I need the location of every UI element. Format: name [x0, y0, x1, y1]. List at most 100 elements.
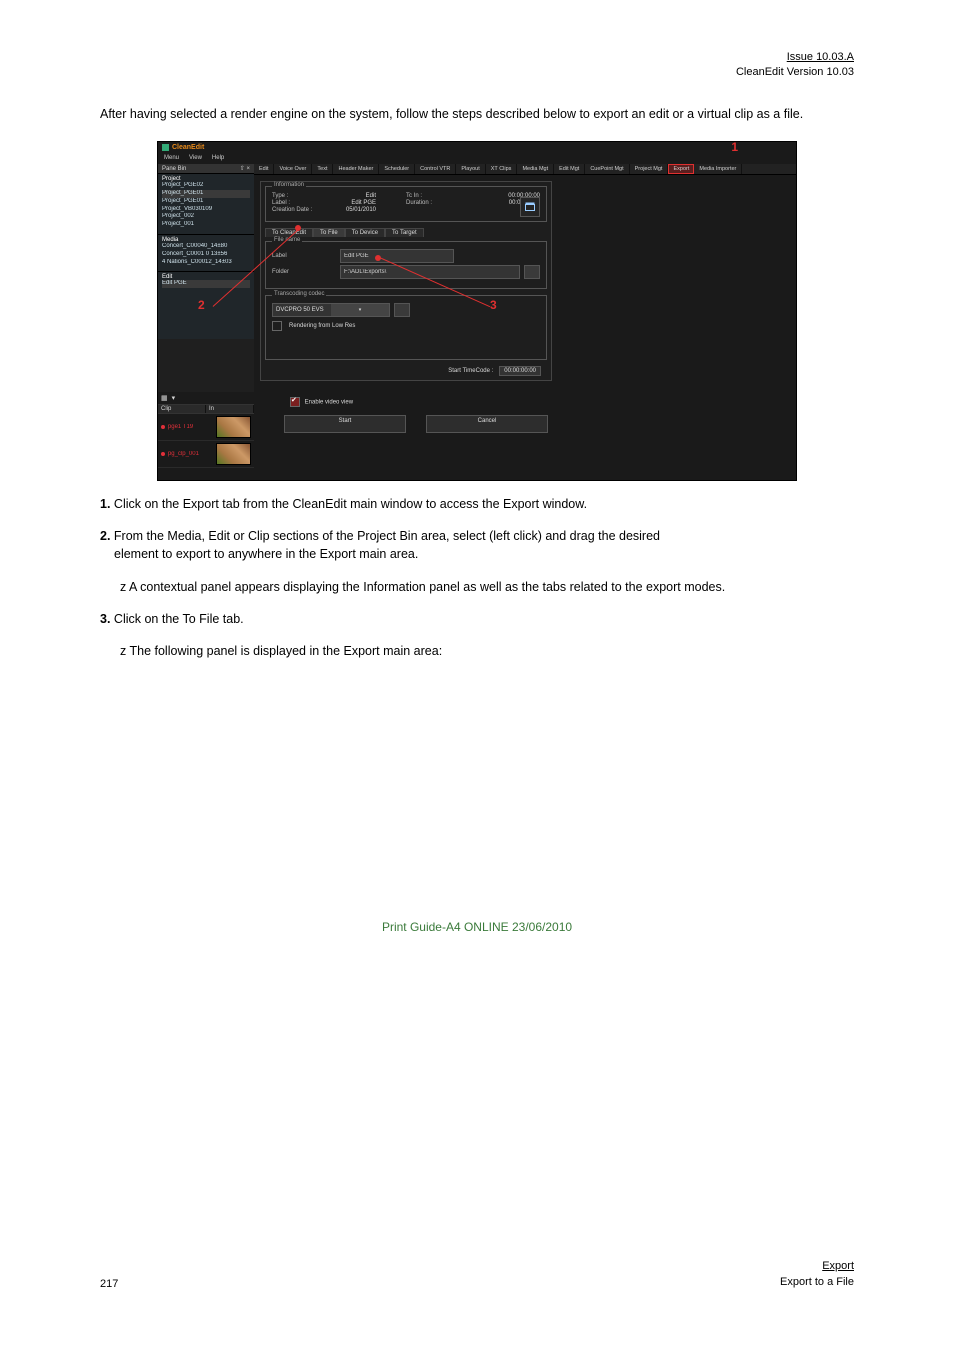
tab-editmgt[interactable]: Edit Mgt [554, 164, 585, 174]
clip-name: pge1 T19 [168, 424, 213, 430]
slate-icon-button[interactable] [520, 197, 540, 217]
step2-text-b: element to export to anywhere in the Exp… [114, 545, 418, 563]
module-tabstrip: Edit Voice Over Text Header Maker Schedu… [254, 164, 796, 175]
browse-button[interactable] [524, 265, 540, 279]
product-line: CleanEdit Version 10.03 [736, 66, 854, 78]
col-clip[interactable]: Clip [158, 405, 206, 413]
start-timecode-field[interactable]: 00:00:00:00 [499, 366, 541, 376]
action-buttons: Start Cancel [254, 415, 796, 433]
media-item[interactable]: 4 Nations_C00012_14±03 [162, 259, 250, 267]
tab-text[interactable]: Text [312, 164, 333, 174]
list-icon[interactable]: ▾ [172, 394, 176, 402]
cancel-button[interactable]: Cancel [426, 415, 548, 433]
tab-export[interactable]: Export [668, 164, 694, 174]
menu-item[interactable]: View [189, 155, 202, 161]
clip-name: pg_clp_001 [168, 451, 213, 457]
info-label-value: Edit PGE [351, 200, 376, 206]
tab-controlvtr[interactable]: Control VTR [415, 164, 456, 174]
clips-toolbar: ▦ ▾ [158, 392, 254, 405]
app-title: CleanEdit [172, 144, 204, 151]
media-item[interactable]: Concert_C0001 0 13±56 [162, 251, 250, 259]
tab-mediamgt[interactable]: Media Mgt [517, 164, 554, 174]
callout-2: 2 [198, 298, 205, 312]
information-fieldset: Information Type :Edit Label :Edit PGE C… [265, 186, 547, 222]
tab-edit[interactable]: Edit [254, 164, 274, 174]
intro-text: After having selected a render engine on… [100, 105, 854, 123]
step2-result: z A contextual panel appears displaying … [120, 580, 725, 594]
info-tcin-label: Tc In : [406, 193, 422, 199]
slate-icon [524, 201, 536, 213]
info-date-label: Creation Date : [272, 207, 312, 213]
callout-3: 3 [490, 298, 497, 312]
media-section: Media Concert_C00040_14±80 Concert_C0001… [158, 234, 254, 271]
callout-1: 1 [731, 141, 738, 154]
project-item[interactable]: Project_PGE01 [162, 198, 250, 206]
project-item[interactable]: Project_VB030109 [162, 206, 250, 214]
tab-voiceover[interactable]: Voice Over [274, 164, 312, 174]
inner-tab-totarget[interactable]: To Target [385, 228, 424, 237]
clip-thumbnail [216, 443, 251, 465]
project-item[interactable]: Project_002 [162, 213, 250, 221]
tab-scheduler[interactable]: Scheduler [379, 164, 415, 174]
steps-text: 1. Click on the Export tab from the Clea… [100, 495, 854, 660]
tab-cuepointmgt[interactable]: CuePoint Mgt [585, 164, 629, 174]
project-item[interactable]: Project_PGE02 [162, 182, 250, 190]
info-type-value: Edit [366, 193, 376, 199]
issue-line: Issue 10.03.A [787, 51, 854, 63]
render-lowres-checkbox[interactable] [272, 321, 282, 331]
tab-projectmgt[interactable]: Project Mgt [630, 164, 669, 174]
menu-item[interactable]: Help [212, 155, 224, 161]
start-button[interactable]: Start [284, 415, 406, 433]
filename-folder-label: Folder [272, 269, 336, 275]
info-date-value: 05/01/2010 [346, 207, 376, 213]
transcode-fieldset: Transcoding codec DVCPRO 50 EVS ▾ Render… [265, 295, 547, 360]
record-dot-icon [161, 425, 165, 429]
enable-video-view-label: Enable video view [305, 400, 353, 406]
grid-icon[interactable]: ▦ [161, 394, 168, 402]
info-label-label: Label : [272, 200, 290, 206]
pane-header-buttons[interactable]: ⇧ × [240, 165, 250, 172]
filename-label-label: Label [272, 253, 336, 259]
tab-xtclips[interactable]: XT Clips [486, 164, 518, 174]
col-in[interactable]: In [206, 405, 254, 413]
step2-num: 2. [100, 529, 110, 543]
step3-result: z The following panel is displayed in th… [120, 644, 442, 658]
step3-num: 3. [100, 612, 110, 626]
tab-headermaker[interactable]: Header Maker [333, 164, 379, 174]
export-panel: Information Type : Edit Label : Edit PGE C… [260, 181, 552, 381]
step3-text: Click on the To File tab. [114, 612, 244, 626]
media-item[interactable]: Concert_C00040_14±80 [162, 243, 250, 251]
clips-columns-header: Clip In [158, 405, 254, 414]
print-guide-watermark: Print Guide-A4 ONLINE 23/06/2010 [100, 920, 854, 934]
transcode-legend: Transcoding codec [272, 291, 326, 297]
step2-text-a: From the Media, Edit or Clip sections of… [114, 529, 660, 543]
render-lowres-label: Rendering from Low Res [289, 323, 355, 329]
tab-mediaimporter[interactable]: Media Importer [694, 164, 742, 174]
info-type-label: Type : [272, 193, 288, 199]
filename-fieldset: File name Label Folder [265, 241, 547, 289]
codec-dropdown[interactable]: DVCPRO 50 EVS ▾ [272, 303, 390, 317]
filename-label-input[interactable] [340, 249, 454, 263]
export-mode-tabs: To CleanEdit To File To Device To Target [265, 228, 547, 237]
project-item[interactable]: Project_PGE01 [162, 190, 250, 198]
step1-num: 1. [100, 497, 110, 511]
menu-item[interactable]: Menu [164, 155, 179, 161]
info-dur-label: Duration : [406, 200, 432, 206]
inner-tab-tofile[interactable]: To File [313, 228, 345, 237]
enable-video-view-checkbox[interactable] [290, 397, 300, 407]
chevron-down-icon: ▾ [331, 304, 389, 316]
filename-folder-input[interactable] [340, 265, 520, 279]
footer-section: Export Export to a File [780, 1259, 854, 1290]
app-logo-icon [162, 144, 169, 151]
project-item[interactable]: Project_001 [162, 221, 250, 229]
information-legend: Information [272, 182, 306, 188]
clip-row[interactable]: pg_clp_001 [158, 441, 254, 468]
inner-tab-todevice[interactable]: To Device [345, 228, 385, 237]
codec-settings-button[interactable] [394, 303, 410, 317]
footer-topic: Export to a File [780, 1276, 854, 1288]
clip-row[interactable]: pge1 T19 [158, 414, 254, 441]
start-timecode-row: Start TimeCode : 00:00:00:00 [265, 366, 547, 376]
tab-playout[interactable]: Playout [456, 164, 485, 174]
main-area: Edit Voice Over Text Header Maker Schedu… [254, 164, 796, 480]
clips-panel: ▦ ▾ Clip In pge1 T19 pg_clp_001 [158, 392, 254, 480]
